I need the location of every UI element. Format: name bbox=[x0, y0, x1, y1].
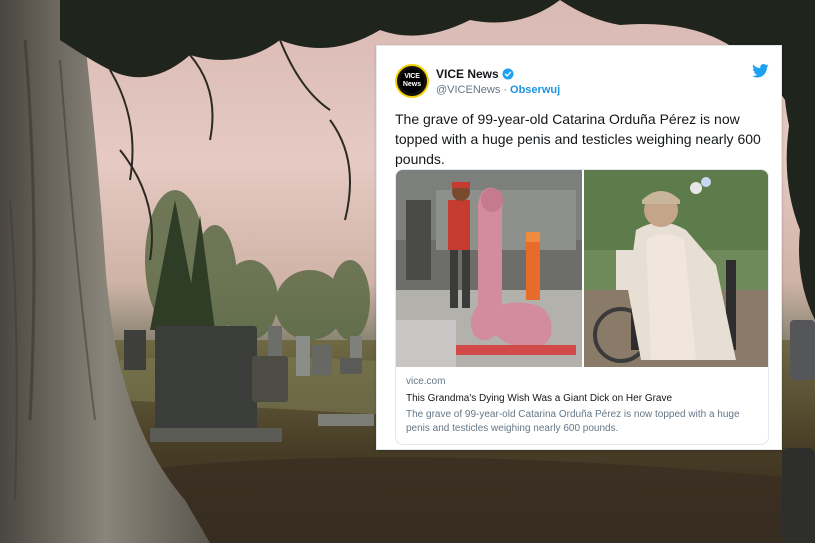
verified-badge-icon bbox=[502, 68, 514, 80]
card-meta: vice.com This Grandma's Dying Wish Was a… bbox=[406, 375, 758, 436]
avatar-logo-news: News bbox=[402, 81, 422, 88]
handle-row: @VICENews · Obserwuj bbox=[436, 84, 560, 96]
follow-link[interactable]: Obserwuj bbox=[510, 84, 560, 96]
account-name-row: VICE News bbox=[436, 66, 514, 82]
avatar[interactable]: VICE News bbox=[395, 64, 429, 98]
cemetery-background-photo: VICE News VICE News @VICENews · Obserwuj T… bbox=[0, 0, 815, 543]
separator-dot: · bbox=[503, 84, 508, 96]
embedded-tweet-card[interactable]: VICE News VICE News @VICENews · Obserwuj T… bbox=[376, 45, 782, 450]
tweet-text: The grave of 99-year-old Catarina Orduña… bbox=[395, 111, 761, 167]
avatar-logo-vice: VICE bbox=[404, 73, 420, 80]
account-name[interactable]: VICE News bbox=[436, 67, 499, 81]
link-preview-card[interactable]: vice.com This Grandma's Dying Wish Was a… bbox=[395, 169, 769, 445]
tweet-header: VICE News VICE News @VICENews · Obserwuj bbox=[395, 64, 769, 100]
workshop-photo bbox=[396, 170, 583, 367]
account-handle[interactable]: @VICENews bbox=[436, 84, 500, 96]
grandma-photo bbox=[583, 170, 768, 367]
card-domain: vice.com bbox=[406, 376, 446, 387]
card-preview-photos bbox=[396, 170, 768, 367]
card-description: The grave of 99-year-old Catarina Orduña… bbox=[406, 409, 740, 434]
card-title[interactable]: This Grandma's Dying Wish Was a Giant Di… bbox=[406, 391, 758, 406]
twitter-bird-icon[interactable] bbox=[752, 64, 769, 78]
